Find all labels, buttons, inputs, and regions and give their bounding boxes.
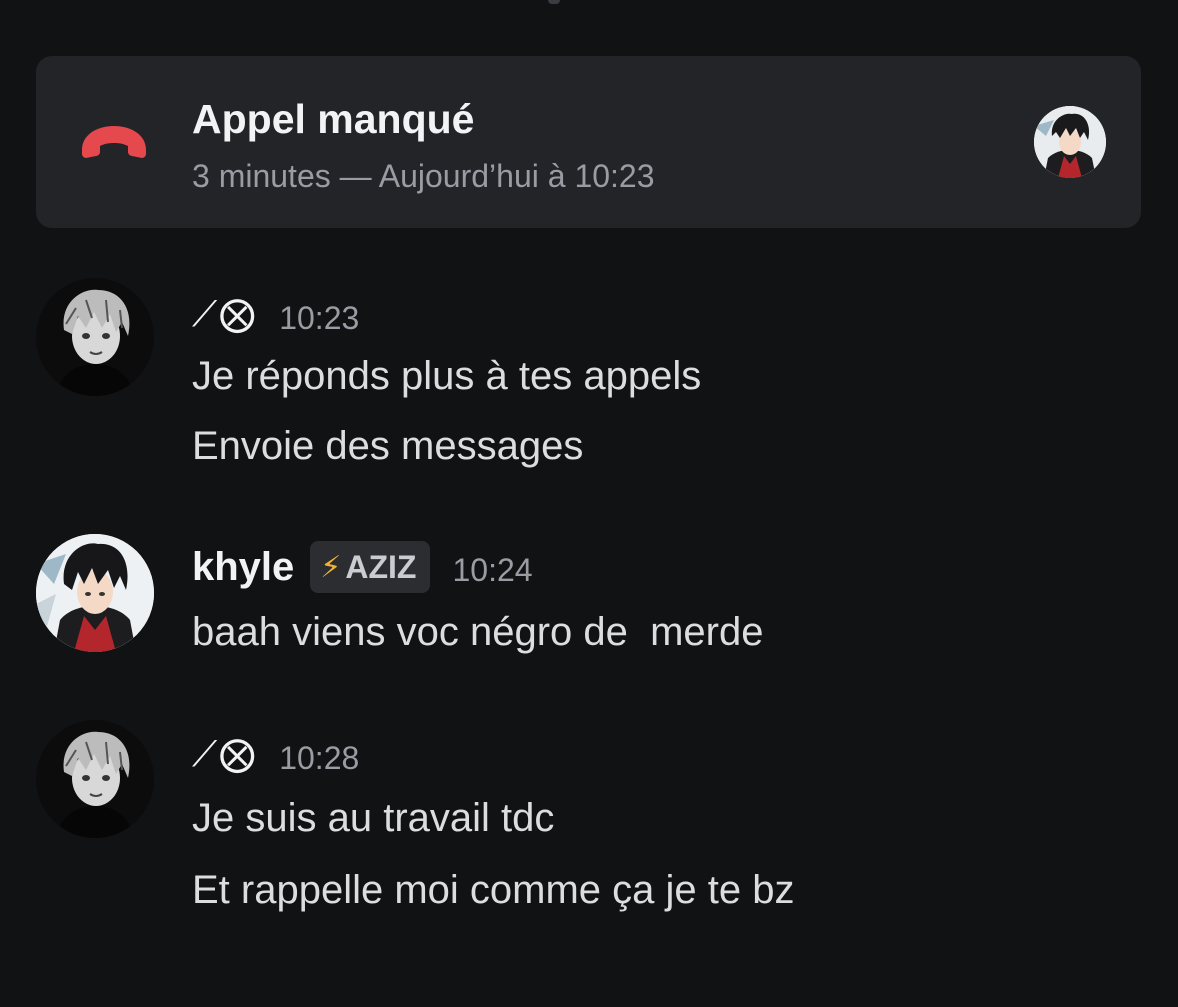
lightning-icon: ⚡ — [320, 549, 342, 585]
avatar-image — [36, 278, 154, 396]
message-timestamp: 10:28 — [279, 739, 360, 776]
phone-hangup-icon — [82, 126, 146, 158]
missed-call-title: Appel manqué — [192, 96, 475, 142]
message-header-3: ⟋⨂ 10:28 — [192, 728, 359, 782]
message-header-1: ⟋⨂ 10:23 — [192, 288, 359, 342]
message-text: Et rappelle moi comme ça je te bz — [192, 868, 795, 912]
message-timestamp: 10:24 — [452, 551, 533, 588]
avatar-image — [36, 534, 154, 652]
missed-call-subtitle: 3 minutes — Aujourd’hui à 10:23 — [192, 158, 655, 194]
username[interactable]: khyle — [192, 545, 294, 590]
server-tag-label: AZIZ — [345, 548, 417, 585]
message-text: Je suis au travail tdc — [192, 796, 555, 840]
caller-avatar-image — [1034, 106, 1106, 178]
user-avatar-2[interactable] — [36, 534, 154, 652]
caller-avatar[interactable] — [1034, 106, 1106, 178]
message-text: Je réponds plus à tes appels — [192, 354, 702, 398]
avatar-image — [36, 720, 154, 838]
username[interactable]: ⟋⨂ — [192, 294, 257, 336]
scroll-indicator — [548, 0, 560, 4]
user-avatar-3[interactable] — [36, 720, 154, 838]
chat-view: Appel manqué 3 minutes — Aujourd’hui à 1… — [0, 0, 1178, 1007]
message-text: Envoie des messages — [192, 424, 584, 468]
user-avatar-1[interactable] — [36, 278, 154, 396]
username[interactable]: ⟋⨂ — [192, 734, 257, 776]
message-text: baah viens voc négro de merde — [192, 610, 764, 654]
message-header-2: khyle ⚡ AZIZ 10:24 — [192, 540, 533, 594]
message-timestamp: 10:23 — [279, 299, 360, 336]
server-tag[interactable]: ⚡ AZIZ — [310, 541, 431, 593]
